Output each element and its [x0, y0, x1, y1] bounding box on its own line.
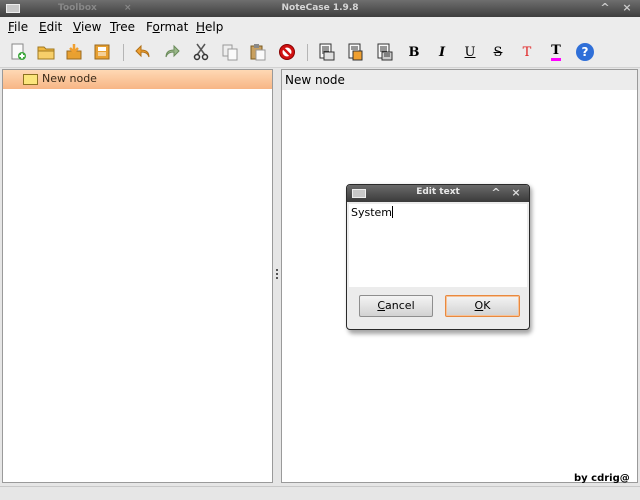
splitter-grip [276, 273, 278, 275]
node-move-icon[interactable] [346, 42, 366, 62]
text-caret [392, 206, 394, 218]
menu-view[interactable]: View [73, 20, 101, 34]
menu-file[interactable]: File [8, 20, 28, 34]
edit-text-input[interactable]: System [349, 204, 527, 287]
node-properties-icon[interactable] [375, 42, 395, 62]
menu-tree[interactable]: Tree [110, 20, 135, 34]
new-document-icon[interactable] [8, 42, 28, 62]
pane-splitter[interactable] [273, 69, 281, 483]
underline-icon[interactable]: U [460, 42, 480, 62]
highlight-color-icon[interactable]: T [546, 42, 566, 62]
note-title: New node [285, 73, 345, 87]
help-icon[interactable]: ? [575, 42, 595, 62]
window-titlebar: Toolbox × NoteCase 1.9.8 ^ × [0, 0, 640, 17]
italic-icon[interactable]: I [432, 42, 452, 62]
tree-node-selected[interactable]: New node [3, 70, 272, 89]
toolbar-separator [307, 44, 308, 61]
bold-icon[interactable]: B [404, 42, 424, 62]
strikethrough-icon[interactable]: S [488, 42, 508, 62]
cancel-button[interactable]: Cancel [359, 295, 433, 317]
paste-icon[interactable] [248, 42, 268, 62]
save-as-icon[interactable] [92, 42, 112, 62]
close-window-icon[interactable]: × [618, 0, 636, 16]
tree-node-label: New node [42, 72, 97, 85]
node-new-icon[interactable] [317, 42, 337, 62]
menu-edit[interactable]: Edit [39, 20, 62, 34]
redo-icon[interactable] [162, 42, 182, 62]
dialog-minimize-icon[interactable]: ^ [488, 185, 504, 201]
tree-pane[interactable]: New node [2, 69, 273, 483]
toolbar: B I U S T T ? [0, 37, 640, 68]
note-header: New node [282, 70, 637, 90]
save-icon[interactable] [64, 42, 84, 62]
minimize-icon[interactable]: ^ [596, 0, 614, 16]
delete-icon[interactable] [277, 42, 297, 62]
dialog-close-icon[interactable]: × [508, 185, 524, 201]
status-bar [0, 486, 640, 500]
cut-icon[interactable] [191, 42, 211, 62]
dialog-titlebar: Edit text ^ × [347, 185, 529, 202]
toolbar-separator [123, 44, 124, 61]
splitter-grip [276, 269, 278, 271]
ok-button[interactable]: OK [445, 295, 520, 317]
edit-text-dialog: Edit text ^ × System Cancel OK [346, 184, 530, 330]
menu-format[interactable]: Format [146, 20, 188, 34]
open-folder-icon[interactable] [36, 42, 56, 62]
watermark: by cdrig@ [574, 473, 630, 484]
menu-help[interactable]: Help [196, 20, 223, 34]
copy-icon[interactable] [220, 42, 240, 62]
text-color-icon[interactable]: T [517, 42, 537, 62]
menu-bar: File Edit View Tree Format Help [0, 17, 640, 37]
splitter-grip [276, 277, 278, 279]
folder-icon [23, 74, 38, 85]
undo-icon[interactable] [133, 42, 153, 62]
window-title: NoteCase 1.9.8 [281, 3, 359, 13]
